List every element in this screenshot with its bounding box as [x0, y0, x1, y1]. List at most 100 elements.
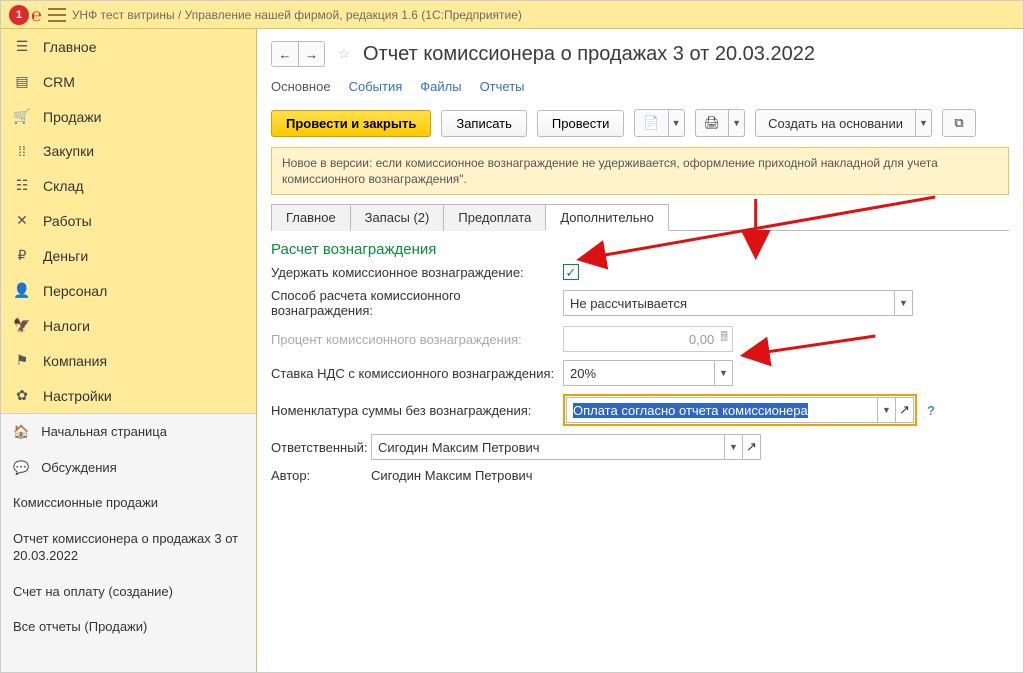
tools-icon: ✕ [13, 212, 31, 229]
select-vat-rate[interactable]: 20% ▼ [563, 360, 733, 386]
nav-works[interactable]: ✕ Работы [1, 203, 256, 238]
section-title: Расчет вознаграждения [271, 241, 1009, 258]
form-body: Расчет вознаграждения Удержать комиссион… [257, 231, 1023, 501]
nav-sales[interactable]: 🛒 Продажи [1, 99, 256, 134]
person-icon: 👤 [13, 282, 31, 299]
doc-header: ← → ☆ Отчет комиссионера о продажах 3 от… [257, 29, 1023, 73]
subtab-files[interactable]: Файлы [420, 79, 461, 95]
select-nomenclature[interactable]: Оплата согласно отчета комиссионера ▼ ↗ [566, 397, 914, 423]
logo-1c: 1 ℮ [9, 5, 42, 25]
version-alert: Новое в версии: если комиссионное вознаг… [271, 147, 1009, 195]
nav-settings[interactable]: ✿ Настройки [1, 378, 256, 413]
sidebar: ☰ Главное ▤ CRM 🛒 Продажи ⁞⁞ Закупки ☷ С… [1, 29, 257, 672]
sidebar-invoice[interactable]: Счет на оплату (создание) [1, 574, 256, 610]
cart-icon: 🛒 [13, 108, 31, 125]
menu-icon: ☰ [13, 38, 31, 55]
label-vat: Ставка НДС с комиссионного вознаграждени… [271, 366, 563, 381]
row-calc-method: Способ расчета комиссионного вознагражде… [271, 288, 1009, 318]
nav-taxes[interactable]: 🦅 Налоги [1, 308, 256, 343]
toolbar: Провести и закрыть Записать Провести 📄 ▼… [257, 105, 1023, 147]
hamburger-icon[interactable] [48, 8, 66, 22]
create-based-button[interactable]: Создать на основании ▼ [755, 109, 932, 137]
doc-title: Отчет комиссионера о продажах 3 от 20.03… [363, 43, 815, 66]
caret-down-icon[interactable]: ▼ [894, 291, 912, 315]
nav-label: Настройки [43, 388, 112, 404]
gear-icon: ✿ [13, 387, 31, 404]
nav-label: Закупки [43, 143, 94, 159]
nav-back-button[interactable]: ← [272, 42, 298, 66]
title-text: УНФ тест витрины / Управление нашей фирм… [72, 8, 522, 22]
nav-forward-button[interactable]: → [298, 42, 324, 66]
nav-company[interactable]: ⚑ Компания [1, 343, 256, 378]
warehouse-icon: ☷ [13, 177, 31, 194]
sidebar-commission-sales[interactable]: Комиссионные продажи [1, 485, 256, 521]
sidebar-discussions[interactable]: 💬 Обсуждения [1, 450, 256, 486]
input-percent: 0,00 🖩 [563, 326, 733, 352]
nav-label: CRM [43, 74, 75, 90]
label-hold-commission: Удержать комиссионное вознаграждение: [271, 265, 563, 280]
tab-extra[interactable]: Дополнительно [545, 204, 669, 231]
nav-label: Продажи [43, 109, 101, 125]
tab-main[interactable]: Главное [271, 204, 351, 231]
document-icon: 📄 [643, 115, 659, 131]
post-and-close-button[interactable]: Провести и закрыть [271, 110, 431, 137]
barcode-icon: ⁞⁞ [13, 143, 31, 159]
subtab-events[interactable]: События [349, 79, 403, 95]
label-calc-method: Способ расчета комиссионного вознагражде… [271, 288, 563, 318]
nav-crm[interactable]: ▤ CRM [1, 64, 256, 99]
caret-down-icon[interactable]: ▼ [724, 435, 742, 459]
sidebar-commission-report[interactable]: Отчет комиссионера о продажах 3 от 20.03… [1, 521, 256, 574]
favorite-star-icon[interactable]: ☆ [333, 43, 355, 65]
label-author: Автор: [271, 468, 371, 483]
row-vat: Ставка НДС с комиссионного вознаграждени… [271, 360, 1009, 386]
sidebar-all-reports[interactable]: Все отчеты (Продажи) [1, 609, 256, 645]
checkbox-hold-commission[interactable]: ✓ [563, 264, 579, 280]
label-responsible: Ответственный: [271, 440, 371, 455]
crm-icon: ▤ [13, 73, 31, 90]
sidebar-start-page[interactable]: 🏠 Начальная страница [1, 414, 256, 450]
label-percent: Процент комиссионного вознаграждения: [271, 332, 563, 347]
row-author: Автор: Сигодин Максим Петрович [271, 468, 1009, 483]
row-nomenclature: Номенклатура суммы без вознаграждения: О… [271, 394, 1009, 426]
nav-label: Компания [43, 353, 107, 369]
print-split-button[interactable]: 🖨 ▼ [695, 109, 746, 137]
nav-label: Персонал [43, 283, 107, 299]
tab-stock[interactable]: Запасы (2) [350, 204, 445, 231]
nav-home[interactable]: ☰ Главное [1, 29, 256, 64]
caret-down-icon[interactable]: ▼ [714, 361, 732, 385]
nav-label: Налоги [43, 318, 90, 334]
home-icon: 🏠 [13, 423, 29, 441]
caret-down-icon[interactable]: ▼ [877, 398, 895, 422]
nav-arrows: ← → [271, 41, 325, 67]
titlebar: 1 ℮ УНФ тест витрины / Управление нашей … [1, 1, 1023, 29]
save-button[interactable]: Записать [441, 110, 527, 137]
open-icon[interactable]: ↗ [895, 398, 913, 422]
help-icon[interactable]: ? [927, 403, 935, 418]
app-window: 1 ℮ УНФ тест витрины / Управление нашей … [0, 0, 1024, 673]
eagle-icon: 🦅 [13, 317, 31, 334]
highlighted-field: Оплата согласно отчета комиссионера ▼ ↗ [563, 394, 917, 426]
nav-label: Работы [43, 213, 92, 229]
doc-sub-tabs: Основное События Файлы Отчеты [257, 73, 1023, 105]
nav-purchases[interactable]: ⁞⁞ Закупки [1, 134, 256, 168]
nav-warehouse[interactable]: ☷ Склад [1, 168, 256, 203]
ruble-icon: ₽ [13, 247, 31, 264]
nav-personnel[interactable]: 👤 Персонал [1, 273, 256, 308]
subtab-reports[interactable]: Отчеты [480, 79, 525, 95]
report-split-button[interactable]: 📄 ▼ [634, 109, 684, 137]
caret-down-icon: ▼ [672, 118, 681, 128]
row-hold-commission: Удержать комиссионное вознаграждение: ✓ [271, 264, 1009, 280]
subtab-main[interactable]: Основное [271, 79, 331, 95]
nav-label: Деньги [43, 248, 88, 264]
form-tabs: Главное Запасы (2) Предоплата Дополнител… [271, 203, 1009, 231]
structure-icon: ⧉ [954, 115, 963, 131]
tab-prepay[interactable]: Предоплата [443, 204, 546, 231]
nav-money[interactable]: ₽ Деньги [1, 238, 256, 273]
select-responsible[interactable]: Сигодин Максим Петрович ▼ ↗ [371, 434, 761, 460]
select-calc-method[interactable]: Не рассчитывается ▼ [563, 290, 913, 316]
post-button[interactable]: Провести [537, 110, 625, 137]
open-icon[interactable]: ↗ [742, 435, 760, 459]
printer-icon: 🖨 [704, 115, 721, 131]
structure-button[interactable]: ⧉ [942, 109, 976, 137]
nav-label: Главное [43, 39, 97, 55]
